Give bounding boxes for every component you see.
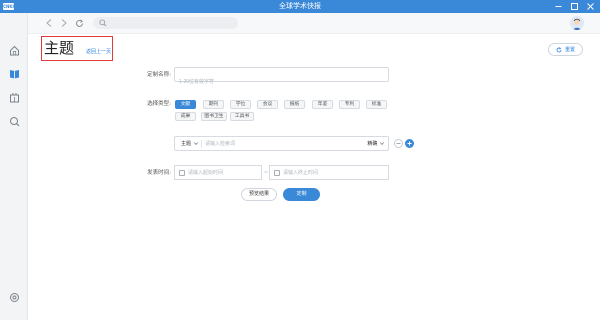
add-condition-button[interactable]: [405, 139, 414, 148]
type-tag-qikan[interactable]: 期刊: [203, 100, 224, 109]
chevron-right-icon: [61, 19, 67, 27]
avatar[interactable]: [570, 16, 584, 30]
sidebar: [0, 13, 28, 320]
search-icon: [99, 19, 107, 27]
sidebar-item-search[interactable]: [7, 114, 21, 128]
forward-button[interactable]: [58, 17, 70, 29]
sidebar-item-home[interactable]: [7, 43, 21, 57]
remove-condition-button[interactable]: [394, 139, 403, 148]
window-controls: [550, 0, 598, 13]
match-select-value: 精确: [367, 141, 378, 147]
home-icon: [9, 45, 19, 55]
match-select[interactable]: 精确: [367, 140, 384, 148]
type-tag-zhuanli[interactable]: 专利: [339, 100, 360, 109]
preview-button[interactable]: 预览结果: [241, 188, 277, 201]
chevron-down-icon: [193, 142, 198, 146]
type-tag-baozhi[interactable]: 报纸: [284, 100, 305, 109]
book-icon: [9, 69, 19, 78]
plus-icon: [407, 141, 412, 146]
search-input[interactable]: [109, 17, 234, 29]
reset-label: 重置: [564, 47, 575, 53]
calendar-icon: [179, 170, 185, 176]
search-icon: [9, 116, 19, 126]
building-icon: [9, 92, 19, 102]
name-field[interactable]: [174, 67, 389, 89]
minus-icon: [396, 143, 401, 144]
search-condition-row: 主题 精确: [174, 136, 389, 151]
sidebar-item-subscribe[interactable]: [7, 66, 21, 80]
type-label: 选择类型:: [147, 101, 171, 107]
type-tag-wenxian[interactable]: 文献: [175, 100, 196, 109]
maximize-button[interactable]: [566, 0, 582, 13]
user-avatar-icon: [572, 18, 582, 30]
app-title: 全球学术快报: [279, 2, 321, 10]
refresh-button[interactable]: [73, 17, 85, 29]
close-icon: [586, 3, 594, 10]
calendar-icon: [274, 170, 280, 176]
chevron-left-icon: [46, 19, 52, 27]
settings-icon: [9, 292, 19, 302]
field-select[interactable]: 主题: [181, 140, 198, 148]
chevron-down-icon: [380, 142, 384, 146]
type-tag-tushu[interactable]: 图书卫生: [201, 112, 227, 121]
search-bar[interactable]: [93, 17, 238, 29]
type-tag-nianjian[interactable]: 年鉴: [312, 100, 333, 109]
back-link[interactable]: 返回上一页: [86, 49, 111, 56]
type-tag-biaozhun[interactable]: 标准: [366, 100, 387, 109]
end-date-input[interactable]: [283, 167, 378, 178]
minimize-button[interactable]: [550, 0, 566, 13]
maximize-icon: [570, 3, 578, 10]
type-tag-xuewei[interactable]: 学位: [230, 100, 251, 109]
navigation-bar: [28, 13, 600, 34]
reset-button[interactable]: 重置: [548, 43, 583, 56]
back-button[interactable]: [43, 17, 55, 29]
name-label: 定制名称:: [147, 72, 171, 78]
page-title: 主题: [44, 39, 75, 57]
reset-icon: [556, 46, 562, 52]
refresh-icon: [75, 18, 83, 27]
keyword-input[interactable]: [205, 138, 365, 149]
sidebar-item-library[interactable]: [7, 90, 21, 104]
date-label: 发表时间:: [147, 170, 171, 176]
type-tag-gongjushu[interactable]: 工具书: [230, 112, 254, 121]
minimize-icon: [555, 6, 561, 7]
date-separator: ~: [264, 170, 269, 176]
sidebar-item-settings[interactable]: [7, 290, 21, 304]
field-select-value: 主题: [181, 141, 192, 147]
type-tag-chengguo[interactable]: 成果: [175, 112, 196, 121]
start-date-field[interactable]: [174, 165, 283, 180]
title-bar: CNKI 全球学术快报: [0, 0, 600, 13]
name-input[interactable]: [175, 75, 388, 89]
type-tag-huiyi[interactable]: 会议: [257, 100, 278, 109]
close-button[interactable]: [582, 0, 598, 13]
end-date-field[interactable]: [269, 165, 389, 180]
submit-button[interactable]: 定制: [283, 188, 320, 201]
divider: [201, 140, 202, 148]
